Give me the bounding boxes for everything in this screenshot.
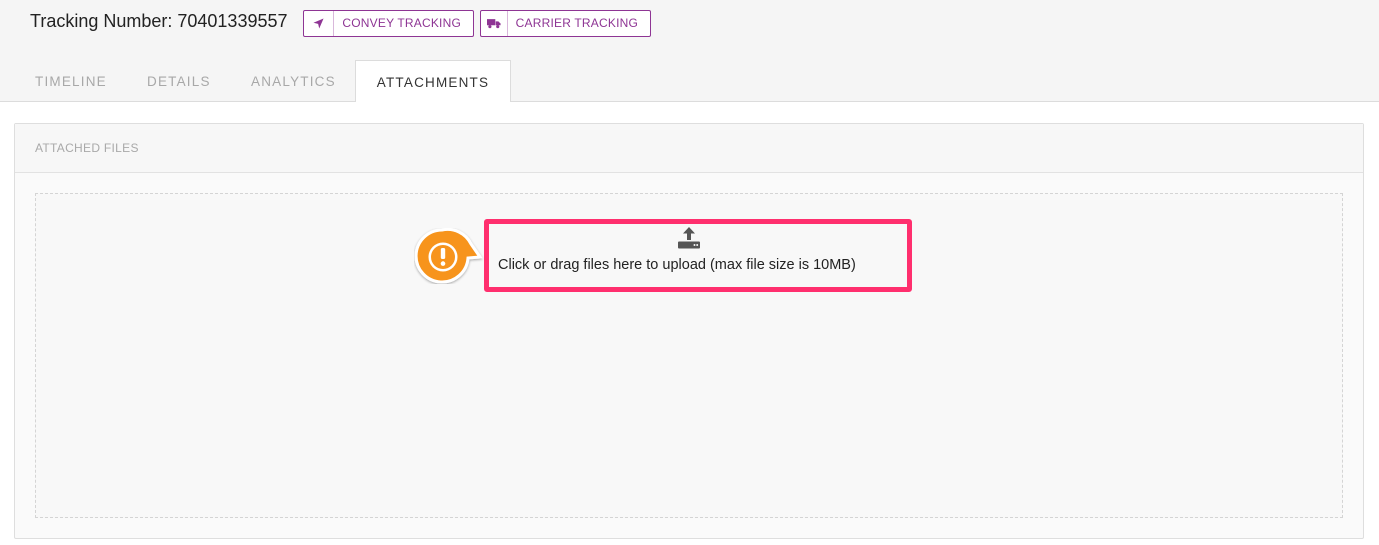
convey-tracking-button[interactable]: CONVEY TRACKING — [303, 10, 474, 37]
carrier-tracking-label: CARRIER TRACKING — [515, 16, 638, 30]
location-arrow-icon — [304, 11, 335, 36]
attached-files-panel: ATTACHED FILES — [14, 123, 1364, 539]
panel-header: ATTACHED FILES — [15, 124, 1363, 173]
panel-title: ATTACHED FILES — [35, 141, 139, 155]
page-header: Tracking Number: 70401339557 CONVEY TRAC… — [0, 0, 1379, 103]
convey-tracking-label: CONVEY TRACKING — [342, 16, 461, 30]
tab-timeline[interactable]: TIMELINE — [35, 60, 107, 103]
dropzone-instructions[interactable]: Click or drag files here to upload (max … — [498, 255, 898, 275]
tab-attachments[interactable]: ATTACHMENTS — [355, 60, 511, 103]
annotation-callout — [414, 227, 494, 284]
carrier-tracking-button[interactable]: CARRIER TRACKING — [480, 10, 651, 37]
tab-details[interactable]: DETAILS — [147, 60, 211, 103]
truck-icon — [481, 11, 508, 36]
exclamation-icon — [440, 248, 446, 266]
tracking-number-title: Tracking Number: 70401339557 — [30, 11, 288, 31]
tab-content-area: ATTACHED FILES — [0, 102, 1379, 545]
tab-analytics[interactable]: ANALYTICS — [251, 60, 336, 103]
upload-icon — [677, 226, 701, 250]
